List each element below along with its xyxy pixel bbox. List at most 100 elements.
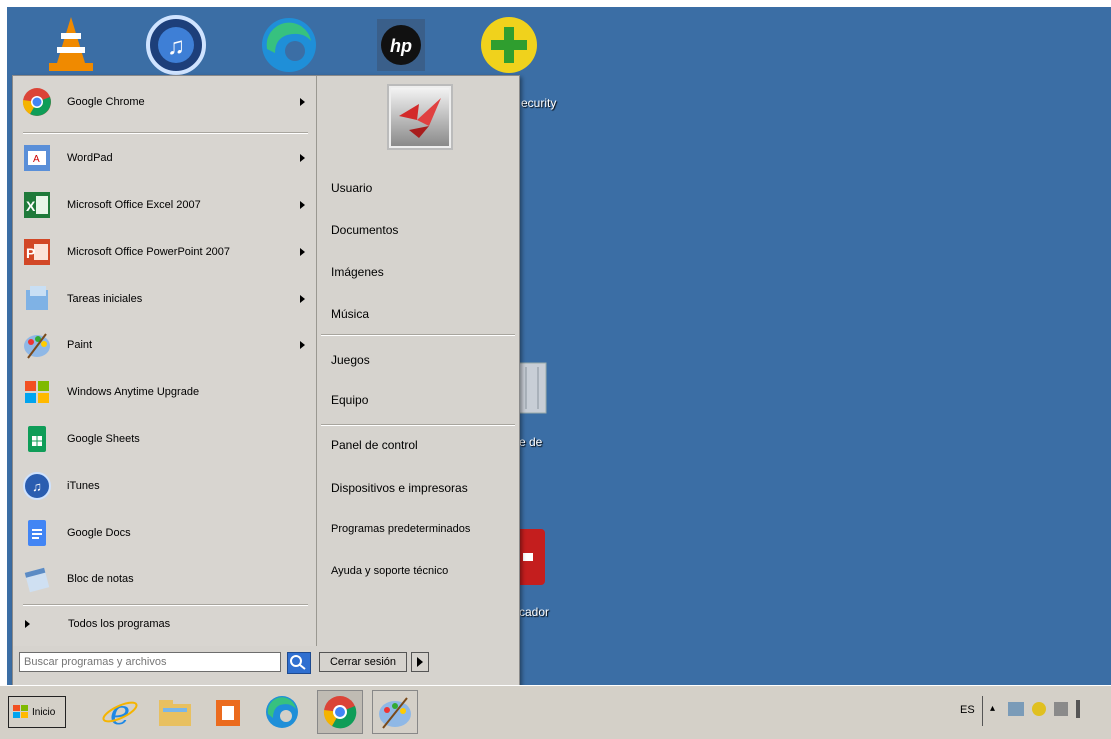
shutdown-label: Cerrar sesión (329, 656, 397, 668)
program-excel[interactable]: X Microsoft Office Excel 2007 (21, 187, 311, 223)
program-powerpoint[interactable]: P Microsoft Office PowerPoint 2007 (21, 234, 311, 270)
arrow-right-icon (417, 657, 423, 667)
show-hidden-icons-icon[interactable]: ▴ (990, 703, 995, 714)
start-menu: Google Chrome A WordPad X Microsoft Offi… (12, 75, 520, 687)
wordpad-icon: A (21, 142, 53, 174)
itunes-small-icon: ♫ (21, 470, 53, 502)
volume-icon[interactable] (1076, 700, 1090, 718)
link-dispositivos-e-impresoras[interactable]: Dispositivos e impresoras (331, 481, 468, 495)
device-icon[interactable] (1054, 702, 1068, 716)
svg-text:♫: ♫ (167, 33, 185, 60)
link-imagenes[interactable]: Imágenes (331, 265, 384, 279)
link-programas-predeterminados[interactable]: Programas predeterminados (331, 523, 470, 535)
submenu-arrow-icon (300, 248, 305, 256)
program-bloc-de-notas[interactable]: Bloc de notas (21, 561, 311, 597)
shutdown-options-button[interactable] (411, 652, 429, 672)
program-label: WordPad (67, 152, 113, 164)
chrome-taskbar-button[interactable] (317, 690, 363, 734)
program-google-docs[interactable]: Google Docs (21, 515, 311, 551)
windows-flag-icon (21, 376, 53, 408)
network-icon[interactable] (1008, 702, 1024, 716)
separator (23, 604, 308, 605)
link-ayuda-y-soporte[interactable]: Ayuda y soporte técnico (331, 565, 448, 577)
all-programs-label: Todos los programas (68, 618, 171, 630)
separator (321, 334, 515, 335)
paint-icon (21, 329, 53, 361)
program-label: Paint (67, 339, 93, 351)
language-indicator[interactable]: ES (960, 704, 975, 716)
security-icon[interactable] (477, 13, 541, 77)
edge-icon[interactable] (257, 13, 321, 77)
link-juegos[interactable]: Juegos (331, 353, 370, 367)
program-anytime-upgrade[interactable]: Windows Anytime Upgrade (21, 374, 311, 410)
program-google-sheets[interactable]: Google Sheets (21, 421, 311, 457)
svg-text:♫: ♫ (32, 479, 42, 494)
program-label: Microsoft Office Excel 2007 (67, 199, 201, 211)
link-musica[interactable]: Música (331, 307, 369, 321)
program-tareas-iniciales[interactable]: Tareas iniciales (21, 281, 311, 317)
start-menu-programs-pane: Google Chrome A WordPad X Microsoft Offi… (13, 76, 317, 646)
itunes-icon[interactable]: ♫ (144, 13, 208, 77)
program-label: Bloc de notas (67, 573, 134, 585)
start-button[interactable]: Inicio (8, 696, 66, 728)
recycle-bin-label: e de (519, 435, 543, 449)
office-icon[interactable] (208, 692, 248, 732)
link-panel-de-control[interactable]: Panel de control (331, 438, 418, 452)
chrome-icon (21, 86, 53, 118)
program-itunes[interactable]: ♫ iTunes (21, 468, 311, 504)
program-label: iTunes (67, 480, 100, 492)
submenu-arrow-icon (300, 341, 305, 349)
submenu-arrow-icon (300, 201, 305, 209)
submenu-arrow-icon (300, 154, 305, 162)
edge-taskbar-icon[interactable] (262, 692, 302, 732)
program-paint[interactable]: Paint (21, 327, 311, 363)
program-label: Google Chrome (67, 96, 145, 108)
shutdown-button[interactable]: Cerrar sesión (319, 652, 407, 672)
separator (23, 132, 308, 133)
vlc-icon[interactable] (39, 13, 103, 77)
all-programs-arrow-icon (25, 620, 30, 628)
powerpoint-icon: P (21, 236, 53, 268)
program-label: Windows Anytime Upgrade (67, 386, 200, 398)
svg-text:P: P (26, 245, 35, 261)
start-menu-places-pane: Usuario Documentos Imágenes Música Juego… (317, 76, 519, 646)
user-picture[interactable] (387, 84, 453, 150)
all-programs[interactable]: Todos los programas (21, 608, 311, 640)
link-equipo[interactable]: Equipo (331, 393, 368, 407)
taskbar: Inicio e ES ▴ (0, 685, 1111, 739)
internet-explorer-icon[interactable]: e (100, 692, 140, 733)
program-wordpad[interactable]: A WordPad (21, 140, 311, 176)
svg-text:hp: hp (390, 36, 412, 56)
search-button[interactable] (287, 652, 311, 674)
paint-taskbar-icon (379, 697, 411, 729)
paint-taskbar-button[interactable] (372, 690, 418, 734)
notepad-icon (21, 563, 53, 595)
program-label: Google Sheets (67, 433, 140, 445)
start-menu-bottom-bar: Cerrar sesión (13, 648, 519, 686)
start-label: Inicio (32, 706, 56, 718)
link-documentos[interactable]: Documentos (331, 223, 398, 237)
google-docs-icon (21, 517, 53, 549)
link-usuario[interactable]: Usuario (331, 181, 372, 195)
security-tray-icon[interactable] (1032, 702, 1046, 716)
chrome-taskbar-icon (323, 696, 357, 729)
file-explorer-icon[interactable] (155, 692, 195, 732)
excel-icon: X (21, 189, 53, 221)
red-app-label: cador (519, 605, 550, 619)
getting-started-icon (21, 283, 53, 315)
windows-logo-icon (13, 705, 28, 718)
program-label: Microsoft Office PowerPoint 2007 (67, 246, 231, 258)
svg-text:A: A (33, 154, 40, 165)
program-label: Google Docs (67, 527, 131, 539)
tray-divider (982, 696, 983, 726)
hp-icon[interactable]: hp (369, 13, 433, 77)
svg-text:e: e (110, 693, 130, 732)
program-label: Tareas iniciales (67, 293, 143, 305)
google-sheets-icon (21, 423, 53, 455)
system-tray: ES ▴ (956, 694, 1111, 728)
search-input[interactable] (19, 652, 281, 672)
submenu-arrow-icon (300, 295, 305, 303)
security-label: ecurity (521, 96, 557, 110)
submenu-arrow-icon (300, 98, 305, 106)
program-google-chrome[interactable]: Google Chrome (21, 84, 311, 120)
